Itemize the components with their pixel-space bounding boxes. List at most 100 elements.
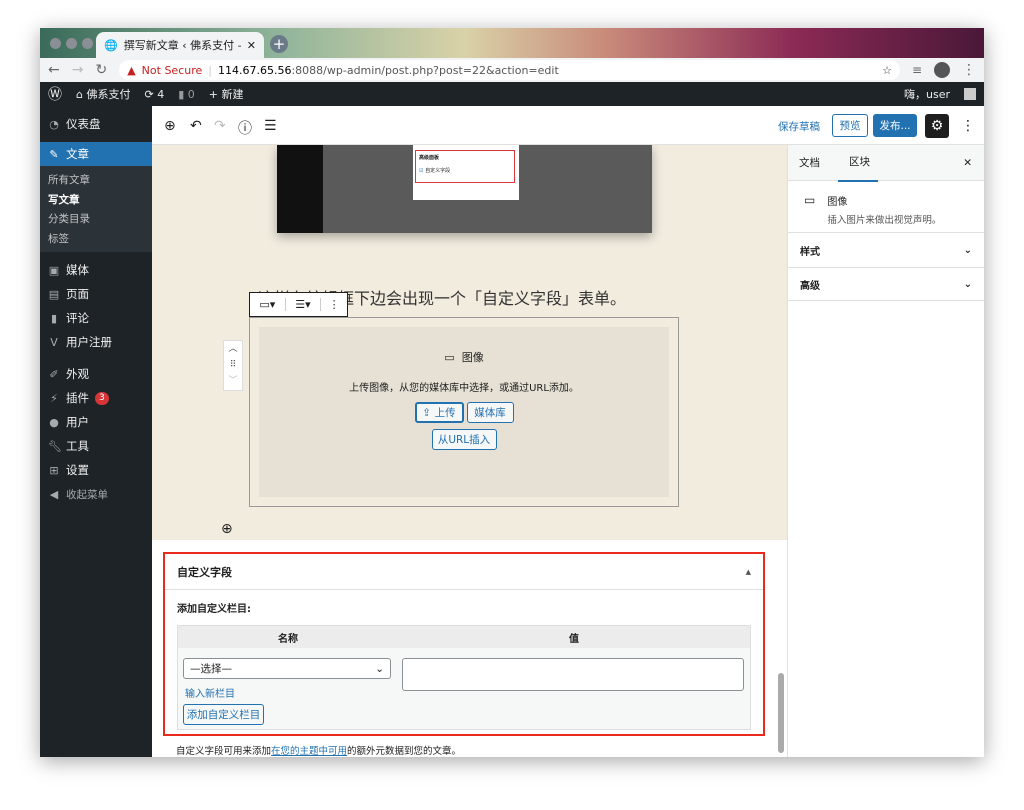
menu-comments[interactable]: ▮ 评论 — [40, 306, 152, 330]
outline-icon[interactable]: ☰ — [264, 118, 277, 134]
menu-appearance[interactable]: ✐ 外观 — [40, 362, 152, 386]
menu-users[interactable]: ● 用户 — [40, 410, 152, 434]
add-block-icon[interactable]: ⊕ — [164, 118, 176, 134]
styles-section-toggle[interactable]: 样式 ⌄ — [788, 233, 984, 268]
browser-menu-icon[interactable]: ⋮ — [962, 62, 976, 78]
minimize-window-button[interactable] — [66, 38, 77, 49]
help-text: 自定义字段可用来添加 — [176, 746, 272, 757]
info-icon[interactable]: ⓘ — [238, 118, 252, 138]
image-block[interactable]: ▭ 图像 上传图像，从您的媒体库中选择，或通过URL添加。 ⇪ 上传 媒体库 从… — [249, 317, 679, 507]
block-mover[interactable]: ︿ ⠿ ﹀ — [223, 340, 243, 391]
plugin-icon: ⚡ — [50, 391, 58, 405]
profile-avatar[interactable] — [934, 62, 950, 78]
url-path: :8088/wp-admin/post.php?post=22&action=e… — [291, 63, 559, 77]
embedded-screenshot-image[interactable]: 高级面板 ☑ 自定义字段 — [277, 145, 652, 233]
url-field[interactable]: ▲ Not Secure | 114.67.65.56:8088/wp-admi… — [119, 60, 900, 80]
chevron-down-icon: ⌄ — [375, 662, 384, 675]
page-icon: ▤ — [48, 287, 60, 301]
submenu-tags[interactable]: 标签 — [40, 229, 152, 249]
user-greeting[interactable]: 嗨，user — [904, 86, 950, 102]
tab-title: 撰写新文章 ‹ 佛系支付 — WordPress — [123, 39, 241, 52]
align-icon[interactable]: ☰▾ — [286, 298, 322, 311]
block-name: 图像 — [827, 197, 848, 208]
updates-count: 4 — [157, 87, 165, 101]
settings-gear-button[interactable]: ⚙ — [925, 114, 949, 138]
menu-media[interactable]: ▣ 媒体 — [40, 258, 152, 282]
publish-button[interactable]: 发布... — [873, 114, 917, 137]
help-link[interactable]: 在您的主题中可用 — [271, 746, 347, 757]
enter-new-field-link[interactable]: 输入新栏目 — [185, 685, 235, 700]
menu-dashboard[interactable]: ◔ 仪表盘 — [40, 112, 152, 136]
menu-user-registration[interactable]: Ⅴ 用户注册 — [40, 330, 152, 354]
redo-icon[interactable]: ↷ — [214, 118, 226, 134]
close-tab-icon[interactable]: ✕ — [247, 39, 256, 52]
star-icon[interactable]: ☆ — [882, 64, 892, 77]
wordpress-logo-icon[interactable]: Ⓦ — [48, 84, 62, 104]
submenu-write-post[interactable]: 写文章 — [40, 190, 152, 210]
menu-pages[interactable]: ▤ 页面 — [40, 282, 152, 306]
custom-field-value-textarea[interactable] — [402, 658, 744, 691]
help-text: 的额外元数据到您的文章。 — [347, 746, 462, 757]
editor-scrollbar[interactable] — [778, 673, 784, 753]
insert-from-url-button[interactable]: 从URL插入 — [431, 429, 497, 450]
menu-posts[interactable]: ✎ 文章 — [40, 142, 152, 166]
image-icon: ▭ — [804, 193, 816, 207]
close-window-button[interactable] — [50, 38, 61, 49]
maximize-window-button[interactable] — [82, 38, 93, 49]
tab-document[interactable]: 文档 — [799, 155, 820, 170]
section-label: 样式 — [800, 246, 820, 258]
site-name-link[interactable]: ⌂ 佛系支付 — [76, 86, 130, 102]
upload-button[interactable]: ⇪ 上传 — [414, 402, 464, 423]
browser-window: 🌐 撰写新文章 ‹ 佛系支付 — WordPress ✕ + ← → ↻ ▲ N… — [40, 28, 984, 757]
block-more-icon[interactable]: ⋮ — [321, 298, 347, 311]
settings-icon: ⊞ — [49, 463, 59, 477]
editor-canvas: 高级面板 ☑ 自定义字段 这样在编辑框下边会出现一个「自定义字段」表单。 ▭▾ … — [152, 145, 787, 757]
media-library-button[interactable]: 媒体库 — [466, 402, 514, 423]
settings-sidebar: 文档 区块 ✕ ▭ 图像 插入图片来做出视觉声明。 样式 ⌄ 高级 ⌄ — [787, 145, 984, 757]
image-block-type-icon[interactable]: ▭▾ — [250, 298, 286, 311]
reading-list-icon[interactable]: ≡ — [912, 63, 922, 77]
form-icon: Ⅴ — [50, 335, 58, 349]
menu-label: 工具 — [66, 439, 89, 453]
tab-block[interactable]: 区块 — [838, 143, 878, 182]
save-draft-button[interactable]: 保存草稿 — [778, 119, 820, 134]
move-down-icon[interactable]: ﹀ — [224, 373, 242, 389]
menu-label: 设置 — [66, 463, 89, 477]
tab-bar: 🌐 撰写新文章 ‹ 佛系支付 — WordPress ✕ + — [40, 28, 984, 58]
move-up-icon[interactable]: ︿ — [224, 341, 242, 357]
preview-button[interactable]: 预览 — [832, 114, 868, 137]
menu-collapse[interactable]: ◀ 收起菜单 — [40, 482, 152, 506]
collapse-toggle-icon[interactable]: ▲ — [746, 568, 751, 576]
submenu-categories[interactable]: 分类目录 — [40, 209, 152, 229]
upload-icon: ⇪ — [422, 406, 432, 419]
globe-icon: 🌐 — [104, 38, 118, 52]
new-content-link[interactable]: + 新建 — [209, 86, 244, 102]
more-options-icon[interactable]: ⋮ — [961, 118, 975, 134]
undo-icon[interactable]: ↶ — [190, 118, 202, 134]
browser-tab[interactable]: 🌐 撰写新文章 ‹ 佛系支付 — WordPress ✕ — [96, 32, 264, 58]
advanced-section-toggle[interactable]: 高级 ⌄ — [788, 268, 984, 301]
custom-field-name-select[interactable]: —选择— ⌄ — [183, 658, 391, 679]
drag-handle-icon[interactable]: ⠿ — [224, 357, 242, 373]
admin-sidebar: ◔ 仪表盘 ✎ 文章 所有文章 写文章 分类目录 标签 ▣ 媒体 ▤ 页面 ▮ 评论 Ⅴ用… — [40, 106, 152, 757]
site-name: 佛系支付 — [86, 88, 131, 101]
menu-tools[interactable]: 🔧︎ 工具 — [40, 434, 152, 458]
menu-plugins[interactable]: ⚡ 插件 3 — [40, 386, 152, 410]
back-icon[interactable]: ← — [48, 62, 60, 78]
screenshot-heading: 高级面板 — [419, 155, 440, 161]
menu-label: 外观 — [66, 367, 89, 381]
add-custom-field-button[interactable]: 添加自定义栏目 — [183, 704, 264, 725]
menu-settings[interactable]: ⊞ 设置 — [40, 458, 152, 482]
updates-link[interactable]: ⟳ 4 — [144, 88, 164, 101]
new-label: 新建 — [221, 88, 244, 101]
submenu-all-posts[interactable]: 所有文章 — [40, 170, 152, 190]
comments-link[interactable]: ▮ 0 — [178, 88, 195, 101]
image-icon: ▭ — [444, 351, 455, 364]
forward-icon[interactable]: → — [72, 62, 84, 78]
add-block-inline-icon[interactable]: ⊕ — [221, 521, 233, 537]
user-avatar[interactable] — [964, 88, 976, 100]
close-panel-icon[interactable]: ✕ — [963, 157, 972, 169]
new-tab-button[interactable]: + — [270, 35, 288, 53]
upload-label: 上传 — [434, 407, 456, 419]
reload-icon[interactable]: ↻ — [95, 62, 107, 78]
